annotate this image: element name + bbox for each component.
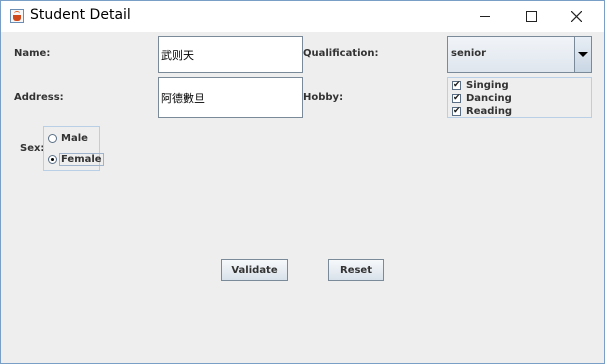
hobby-dancing-checkbox[interactable]: ✔ [452,93,461,103]
name-label: Name: [14,48,51,59]
hobby-dancing-label: Dancing [466,93,512,104]
radio-selected-dot [51,158,54,161]
qualification-combobox[interactable]: senior [447,36,592,73]
close-button[interactable] [554,1,600,32]
minimize-button[interactable] [462,1,508,32]
hobby-panel: ✔ Singing ✔ Dancing ✔ Reading [447,77,592,118]
sex-female-option[interactable]: Female [48,153,104,166]
java-cup-icon [10,9,24,23]
maximize-icon [526,11,537,22]
hobby-reading-checkbox[interactable]: ✔ [452,106,461,116]
hobby-label: Hobby: [303,92,344,103]
minimize-icon [480,16,490,17]
checkmark-icon: ✔ [453,93,461,103]
qualification-selected-value: senior [451,48,487,59]
address-field[interactable]: 阿德數旦 [158,77,303,118]
maximize-button[interactable] [508,1,554,32]
hobby-singing-checkbox[interactable]: ✔ [452,80,461,90]
address-label: Address: [14,92,64,103]
window-title: Student Detail [30,7,131,23]
sex-female-label: Female [59,153,104,166]
student-detail-window: Student Detail Name: 武则天 Qualification: … [0,0,605,364]
chevron-down-icon [578,52,588,57]
sex-male-label: Male [61,133,88,144]
sex-female-radio[interactable] [48,155,57,164]
checkmark-icon: ✔ [453,80,461,90]
qualification-dropdown-button[interactable] [574,37,591,72]
sex-male-option[interactable]: Male [48,133,88,144]
reset-button[interactable]: Reset [328,259,384,281]
validate-button[interactable]: Validate [221,259,288,281]
name-field[interactable]: 武则天 [158,36,303,73]
qualification-label: Qualification: [303,48,379,59]
sex-label: Sex: [20,143,45,154]
sex-male-radio[interactable] [48,134,57,143]
hobby-singing-checkbox-row[interactable]: ✔ Singing [452,80,509,91]
hobby-singing-label: Singing [466,80,509,91]
hobby-dancing-checkbox-row[interactable]: ✔ Dancing [452,93,512,104]
checkmark-icon: ✔ [453,106,461,116]
hobby-reading-label: Reading [466,106,513,117]
hobby-reading-checkbox-row[interactable]: ✔ Reading [452,106,512,117]
title-bar[interactable]: Student Detail [1,1,604,32]
sex-radio-group: Male Female [43,126,104,171]
close-icon [571,11,582,22]
